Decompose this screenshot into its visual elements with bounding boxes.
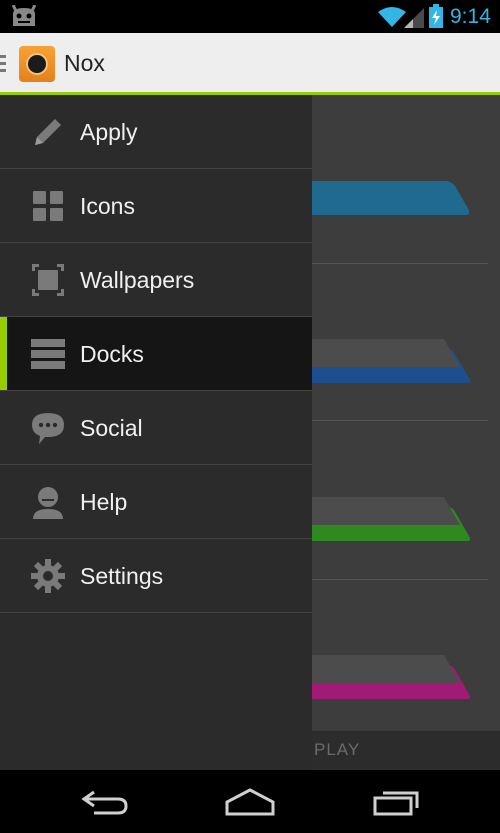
drawer-item-social[interactable]: Social	[0, 391, 312, 465]
help-person-icon	[33, 487, 63, 519]
drawer-item-label: Help	[80, 489, 128, 515]
drawer-item-wallpapers[interactable]: Wallpapers	[0, 243, 312, 317]
pencil-icon	[35, 119, 61, 145]
battery-charging-icon	[429, 4, 443, 28]
home-icon[interactable]	[225, 788, 275, 816]
gear-icon	[31, 559, 65, 593]
grid-icon	[33, 191, 63, 221]
play-label: PLAY	[314, 740, 361, 759]
action-bar: Nox	[0, 33, 500, 95]
drawer-item-settings[interactable]: Settings	[0, 539, 312, 613]
recents-icon[interactable]	[373, 788, 423, 816]
docks-icon	[31, 339, 65, 369]
drawer-item-label: Icons	[80, 193, 135, 219]
drawer-item-label: Wallpapers	[80, 267, 195, 293]
wallpaper-frame-icon	[32, 264, 64, 296]
chat-bubble-icon	[32, 413, 64, 444]
drawer-item-help[interactable]: Help	[0, 465, 312, 539]
app-logo-icon[interactable]	[19, 46, 55, 82]
system-nav-bar	[0, 770, 500, 833]
drawer-item-label: Social	[80, 415, 143, 441]
drawer-toggle-indicator-icon[interactable]	[0, 55, 6, 75]
play-store-bar[interactable]: PLAY	[312, 731, 500, 770]
app-title: Nox	[64, 50, 105, 76]
dock-preview-blue[interactable]	[262, 173, 500, 243]
drawer-item-label: Docks	[80, 341, 144, 367]
dock-preview-magenta[interactable]	[253, 651, 500, 721]
status-bar: 9:14	[0, 0, 500, 33]
wifi-icon	[378, 7, 406, 27]
drawer-item-icons[interactable]: Icons	[0, 169, 312, 243]
active-indicator	[0, 317, 7, 390]
drawer-item-apply[interactable]: Apply	[0, 95, 312, 169]
drawer-item-label: Settings	[80, 563, 164, 589]
drawer-item-docks[interactable]: Docks	[0, 317, 312, 391]
dock-preview-navy[interactable]	[253, 335, 500, 405]
back-icon[interactable]	[80, 788, 130, 816]
status-clock: 9:14	[450, 5, 491, 28]
dock-preview-green[interactable]	[253, 493, 500, 563]
android-icon	[11, 5, 37, 26]
signal-icon	[404, 8, 424, 28]
drawer-item-label: Apply	[80, 119, 138, 145]
navigation-drawer: Apply Icons Wallpapers Docks Social Help…	[0, 95, 312, 770]
